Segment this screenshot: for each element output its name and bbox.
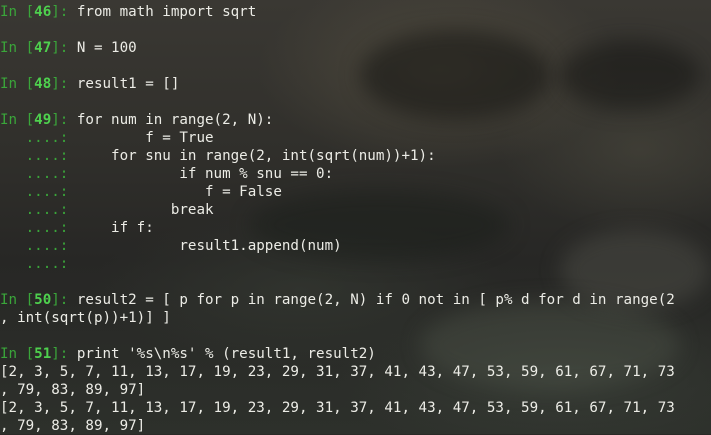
output-text: , 79, 83, 89, 97] xyxy=(0,418,146,434)
continuation-prompt: ....: xyxy=(0,148,77,164)
input-line: In [50]: result2 = [ p for p in range(2,… xyxy=(0,291,711,309)
prompt-number: 51 xyxy=(34,346,52,362)
prompt-in: In [ xyxy=(0,346,35,362)
code-text: break xyxy=(76,202,214,218)
output-text: , 79, 83, 89, 97] xyxy=(0,382,146,398)
prompt-number: 48 xyxy=(34,76,52,92)
code-text: f = False xyxy=(76,184,282,200)
code-text: result2 = [ p for p in range(2, N) if 0 … xyxy=(76,292,675,308)
input-line: ....: break xyxy=(0,201,711,219)
input-line: In [49]: for num in range(2, N): xyxy=(0,111,711,129)
output-line: [2, 3, 5, 7, 11, 13, 17, 19, 23, 29, 31,… xyxy=(0,399,711,417)
prompt-close: ]: xyxy=(51,76,77,92)
code-text: N = 100 xyxy=(76,40,137,56)
input-line: ....: xyxy=(0,255,711,273)
output-line: , 79, 83, 89, 97] xyxy=(0,381,711,399)
wrapped-line: , int(sqrt(p))+1)] ] xyxy=(0,309,711,327)
code-text: from math import sqrt xyxy=(76,4,257,20)
continuation-prompt: ....: xyxy=(0,202,77,218)
input-line: In [48]: result1 = [] xyxy=(0,75,711,93)
prompt-close: ]: xyxy=(51,112,77,128)
prompt-in: In [ xyxy=(0,292,35,308)
code-text: result1 = [] xyxy=(76,76,180,92)
continuation-prompt: ....: xyxy=(0,220,77,236)
input-line: ....: f = True xyxy=(0,129,711,147)
prompt-number: 50 xyxy=(34,292,52,308)
input-line: ....: for snu in range(2, int(sqrt(num))… xyxy=(0,147,711,165)
output-text: [2, 3, 5, 7, 11, 13, 17, 19, 23, 29, 31,… xyxy=(0,364,675,380)
continuation-prompt: ....: xyxy=(0,184,77,200)
prompt-in: In [ xyxy=(0,76,35,92)
prompt-close: ]: xyxy=(51,40,77,56)
continuation-prompt: ....: xyxy=(0,256,77,272)
prompt-in: In [ xyxy=(0,40,35,56)
prompt-number: 46 xyxy=(34,4,52,20)
continuation-prompt: ....: xyxy=(0,238,77,254)
code-text: result1.append(num) xyxy=(76,238,342,254)
prompt-in: In [ xyxy=(0,112,35,128)
output-line: , 79, 83, 89, 97] xyxy=(0,417,711,435)
code-text: for num in range(2, N): xyxy=(76,112,274,128)
code-text: for snu in range(2, int(sqrt(num))+1): xyxy=(76,148,436,164)
code-text: f = True xyxy=(76,130,214,146)
prompt-number: 49 xyxy=(34,112,52,128)
input-line: In [51]: print '%s\n%s' % (result1, resu… xyxy=(0,345,711,363)
input-line: ....: if num % snu == 0: xyxy=(0,165,711,183)
input-line: ....: result1.append(num) xyxy=(0,237,711,255)
prompt-in: In [ xyxy=(0,4,35,20)
output-text: [2, 3, 5, 7, 11, 13, 17, 19, 23, 29, 31,… xyxy=(0,400,675,416)
input-line: In [46]: from math import sqrt xyxy=(0,3,711,21)
code-text: print '%s\n%s' % (result1, result2) xyxy=(76,346,376,362)
input-line: ....: if f: xyxy=(0,219,711,237)
prompt-close: ]: xyxy=(51,346,77,362)
prompt-close: ]: xyxy=(51,4,77,20)
terminal-output[interactable]: In [46]: from math import sqrt In [47]: N… xyxy=(0,3,711,435)
input-line: ....: f = False xyxy=(0,183,711,201)
output-line: [2, 3, 5, 7, 11, 13, 17, 19, 23, 29, 31,… xyxy=(0,363,711,381)
input-line: In [47]: N = 100 xyxy=(0,39,711,57)
prompt-number: 47 xyxy=(34,40,52,56)
prompt-close: ]: xyxy=(51,292,77,308)
continuation-prompt: ....: xyxy=(0,166,77,182)
code-text: , int(sqrt(p))+1)] ] xyxy=(0,310,171,326)
code-text: if num % snu == 0: xyxy=(76,166,334,182)
continuation-prompt: ....: xyxy=(0,130,77,146)
code-text: if f: xyxy=(76,220,154,236)
